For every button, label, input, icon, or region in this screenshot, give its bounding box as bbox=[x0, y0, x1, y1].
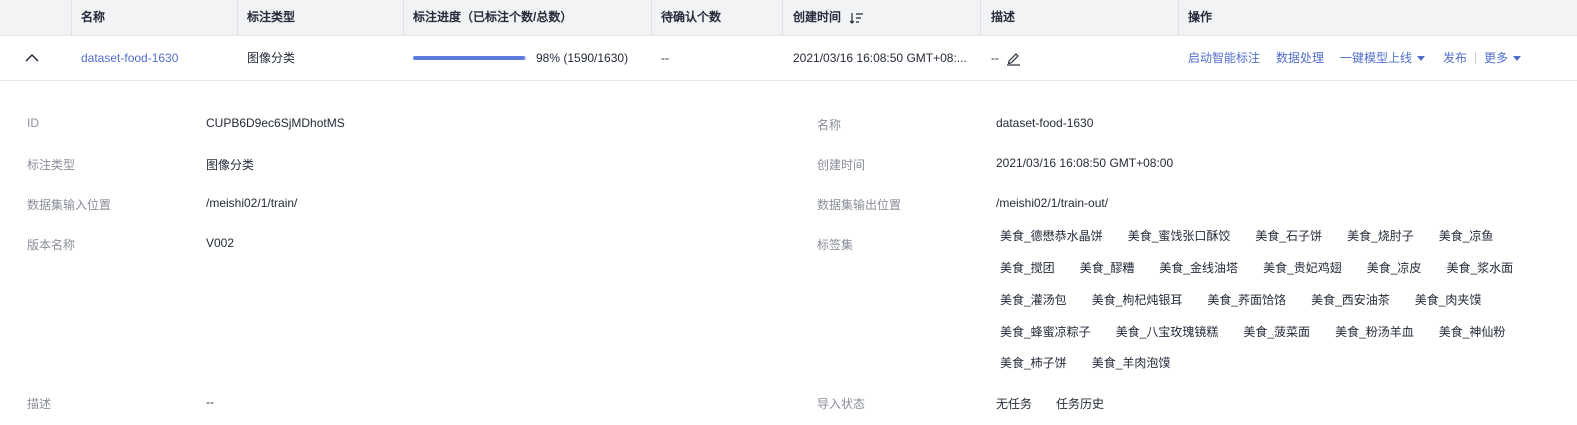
detail-value-input-location: /meishi02/1/train/ bbox=[206, 196, 298, 210]
edit-pencil-icon[interactable] bbox=[1006, 51, 1021, 66]
label-type-cell: 图像分类 bbox=[247, 51, 296, 65]
tag-item: 美食_粉汤羊血 bbox=[1335, 325, 1414, 339]
column-header-actions: 操作 bbox=[1188, 10, 1213, 24]
tag-item: 美食_蜂蜜凉粽子 bbox=[1000, 325, 1091, 339]
progress-bar bbox=[413, 56, 527, 60]
column-header-description[interactable]: 描述 bbox=[991, 0, 1015, 35]
tag-item: 美食_烧肘子 bbox=[1347, 229, 1414, 243]
dataset-name-link[interactable]: dataset-food-1630 bbox=[81, 36, 178, 80]
tag-item: 美食_贵妃鸡翅 bbox=[1263, 261, 1342, 275]
detail-label-version-name: 版本名称 bbox=[27, 238, 76, 252]
tag-item: 美食_金线油塔 bbox=[1159, 261, 1239, 275]
caret-down-icon bbox=[1513, 56, 1522, 62]
column-divider bbox=[980, 0, 981, 35]
table-header: 名称 标注类型 标注进度（已标注个数/总数） 待确认个数 创建时间 描述 操作 bbox=[0, 0, 1577, 36]
progress-bar-fill bbox=[413, 56, 525, 60]
detail-label-id: ID bbox=[27, 116, 39, 130]
data-processing-button[interactable]: 数据处理 bbox=[1276, 36, 1324, 80]
tag-item: 美食_石子饼 bbox=[1255, 229, 1323, 243]
column-divider bbox=[651, 0, 652, 35]
table-row: dataset-food-1630 图像分类 98% (1590/1630) -… bbox=[0, 36, 1577, 81]
tag-item: 美食_枸杞炖银耳 bbox=[1091, 293, 1183, 307]
column-divider bbox=[237, 0, 238, 35]
detail-label-name: 名称 bbox=[817, 118, 842, 132]
created-time-cell: 2021/03/16 16:08:50 GMT+08:... bbox=[793, 51, 967, 65]
start-auto-label-button[interactable]: 启动智能标注 bbox=[1188, 36, 1260, 80]
chevron-up-icon[interactable] bbox=[25, 51, 39, 65]
tag-item: 美食_肉夹馍 bbox=[1414, 293, 1482, 307]
column-divider bbox=[71, 0, 72, 35]
description-cell: -- bbox=[991, 51, 999, 65]
detail-value-import-status: 无任务 bbox=[996, 397, 1033, 411]
detail-value-label-type: 图像分类 bbox=[206, 158, 255, 172]
one-click-deploy-dropdown[interactable]: 一键模型上线 bbox=[1340, 36, 1426, 80]
column-header-progress[interactable]: 标注进度（已标注个数/总数） bbox=[413, 0, 572, 35]
tag-row: 美食_德懋恭水晶饼 美食_蜜饯张口酥饺 美食_石子饼 美食_烧肘子 美食_凉鱼 bbox=[996, 225, 1514, 247]
tag-item: 美食_神仙粉 bbox=[1438, 325, 1506, 339]
tag-item: 美食_西安油茶 bbox=[1311, 293, 1390, 307]
detail-label-output-location: 数据集输出位置 bbox=[817, 198, 902, 212]
tag-item: 美食_凉鱼 bbox=[1438, 229, 1494, 243]
column-divider bbox=[782, 0, 783, 35]
sort-descending-icon[interactable] bbox=[850, 12, 864, 24]
tag-item: 美食_菠菜面 bbox=[1243, 325, 1311, 339]
tag-item: 美食_八宝玫瑰镜糕 bbox=[1115, 325, 1219, 339]
tag-item: 美食_凉皮 bbox=[1366, 261, 1422, 275]
column-header-name[interactable]: 名称 bbox=[81, 0, 105, 35]
tag-item: 美食_搅团 bbox=[1000, 261, 1055, 275]
detail-value-version-name: V002 bbox=[206, 236, 235, 250]
detail-value-name: dataset-food-1630 bbox=[996, 116, 1094, 130]
column-divider bbox=[1178, 0, 1179, 35]
one-click-deploy-label: 一键模型上线 bbox=[1340, 51, 1413, 65]
caret-down-icon bbox=[1417, 56, 1426, 62]
detail-label-input-location: 数据集输入位置 bbox=[27, 198, 112, 212]
tag-item: 美食_荞面饸饹 bbox=[1207, 293, 1287, 307]
column-divider bbox=[403, 0, 404, 35]
detail-value-id: CUPB6D9ec6SjMDhotMS bbox=[206, 116, 345, 130]
task-history-link[interactable]: 任务历史 bbox=[1056, 395, 1104, 412]
action-divider bbox=[1475, 52, 1476, 64]
detail-value-output-location: /meishi02/1/train-out/ bbox=[996, 196, 1109, 210]
tag-item: 美食_蜜饯张口酥饺 bbox=[1127, 229, 1231, 243]
tag-item: 美食_浆水面 bbox=[1446, 261, 1514, 275]
column-header-pending[interactable]: 待确认个数 bbox=[661, 0, 721, 35]
column-header-type[interactable]: 标注类型 bbox=[247, 0, 295, 35]
tag-item: 美食_醪糟 bbox=[1079, 261, 1135, 275]
more-dropdown[interactable]: 更多 bbox=[1484, 36, 1522, 80]
column-header-created-label: 创建时间 bbox=[793, 10, 842, 24]
detail-value-description: -- bbox=[206, 395, 214, 409]
tag-item: 美食_德懋恭水晶饼 bbox=[1000, 229, 1103, 243]
tag-row: 美食_灌汤包 美食_枸杞炖银耳 美食_荞面饸饹 美食_西安油茶 美食_肉夹馍 bbox=[996, 289, 1502, 311]
column-header-created[interactable]: 创建时间 bbox=[793, 0, 864, 35]
tag-item: 美食_羊肉泡馍 bbox=[1091, 356, 1171, 370]
tag-row: 美食_搅团 美食_醪糟 美食_金线油塔 美食_贵妃鸡翅 美食_凉皮 美食_浆水面 bbox=[996, 257, 1534, 279]
tag-item: 美食_灌汤包 bbox=[1000, 293, 1067, 307]
detail-label-tag-set: 标签集 bbox=[817, 238, 854, 252]
detail-label-created-time: 创建时间 bbox=[817, 158, 866, 172]
detail-label-description: 描述 bbox=[27, 397, 52, 411]
tag-row: 美食_柿子饼 美食_羊肉泡馍 bbox=[996, 352, 1191, 374]
detail-label-import-status: 导入状态 bbox=[817, 397, 866, 411]
tag-row: 美食_蜂蜜凉粽子 美食_八宝玫瑰镜糕 美食_菠菜面 美食_粉汤羊血 美食_神仙粉 bbox=[996, 321, 1526, 343]
publish-button[interactable]: 发布 bbox=[1443, 36, 1467, 80]
progress-text: 98% (1590/1630) bbox=[536, 51, 629, 65]
detail-label-label-type: 标注类型 bbox=[27, 158, 76, 172]
more-label: 更多 bbox=[1484, 51, 1509, 65]
detail-value-created-time: 2021/03/16 16:08:50 GMT+08:00 bbox=[996, 156, 1174, 170]
tag-item: 美食_柿子饼 bbox=[1000, 356, 1067, 370]
pending-count-cell: -- bbox=[661, 51, 669, 65]
